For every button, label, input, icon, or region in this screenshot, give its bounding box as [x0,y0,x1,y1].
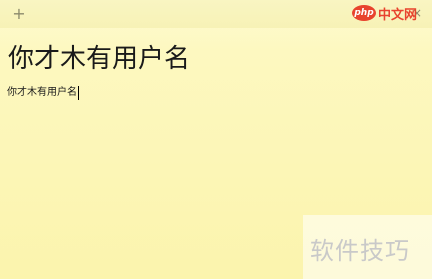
add-note-button[interactable]: + [12,5,26,23]
add-icon: + [12,4,26,23]
text-cursor [78,86,79,100]
site-watermark-logo: php 中文网 [352,0,432,26]
php-logo: php [352,5,376,21]
note-body-text: 你才木有用户名 [7,87,77,98]
site-name: 中文网 [378,7,418,23]
bottom-watermark: 软件技巧 [303,215,432,279]
bottom-watermark-text: 软件技巧 [310,237,410,265]
note-body-line: 你才木有用户名 [7,86,79,100]
note-heading: 你才木有用户名 [8,44,191,74]
